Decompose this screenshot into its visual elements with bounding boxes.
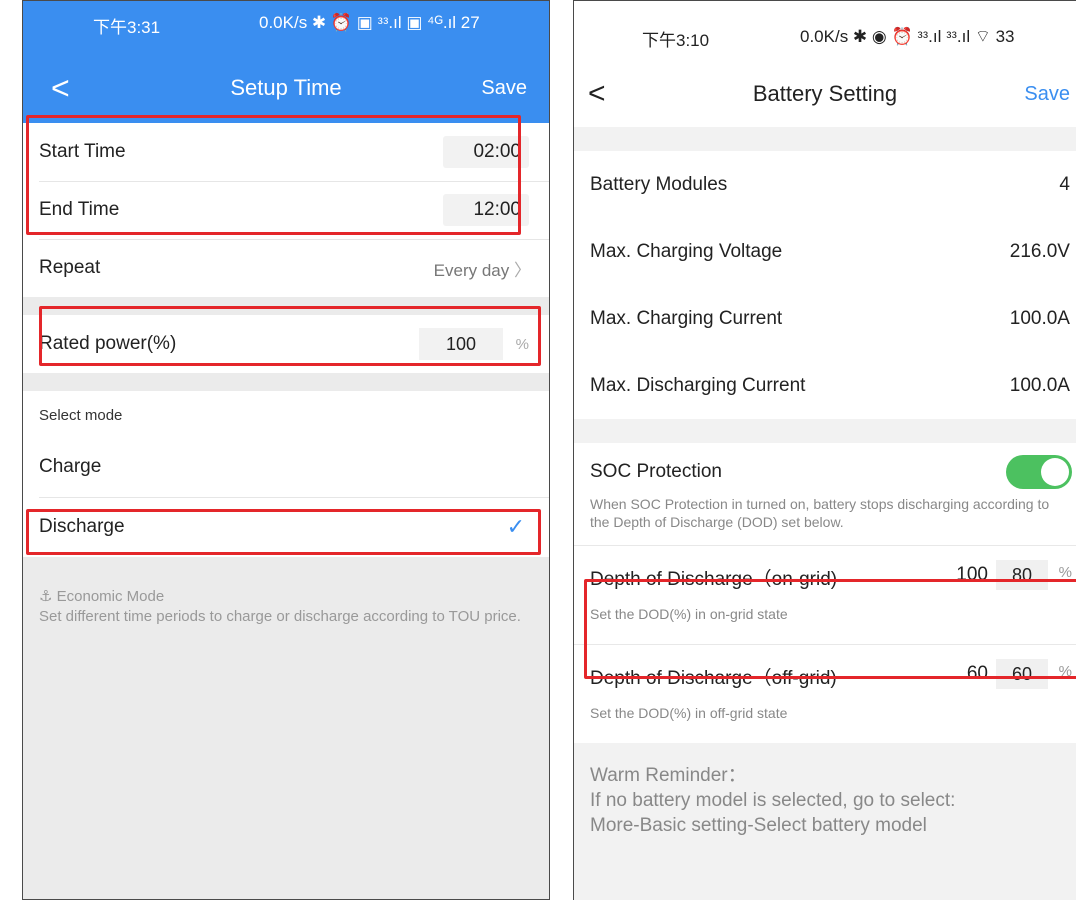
param-row-max-charging-voltage: Max. Charging Voltage 216.0V [574,218,1076,285]
repeat-value: Every day 〉 [434,256,531,281]
economic-mode-title-line: ⚓ Economic Mode [39,587,533,607]
dod-on-grid-hint: Set the DOD(%) in on-grid state [590,606,788,622]
rated-power-group: Rated power(%) 100 % [23,315,549,373]
dod-off-grid-unit: % [1058,663,1072,680]
param-row-battery-modules: Battery Modules 4 [574,151,1076,218]
end-time-value[interactable]: 12:00 [443,194,529,226]
economic-mode-note: ⚓ Economic Mode Set different time perio… [23,557,549,657]
dod-off-grid-hint: Set the DOD(%) in off-grid state [590,705,788,721]
status-bar: 下午3:31 0.0K/s ✱ ⏰ ▣ ᵌᵌ.ıl ▣ ⁴ᴳ.ıl 27 [23,9,549,39]
param-value: 216.0V [1009,240,1070,262]
page-title: Battery Setting [752,81,898,106]
select-mode-heading: Select mode [23,391,549,437]
param-row-max-discharging-current: Max. Discharging Current 100.0A [574,352,1076,419]
warm-reminder-line1: If no battery model is selected, go to s… [590,790,956,811]
time-group: Start Time 02:00 End Time 12:00 Repeat E… [23,123,549,297]
page-title: Setup Time [230,75,342,100]
param-value: 100.0A [1009,374,1070,396]
rated-power-row: Rated power(%) 100 % [23,315,549,373]
dod-off-grid-current: 60 [966,663,988,684]
save-button[interactable]: Save [1024,83,1070,106]
start-time-value[interactable]: 02:00 [443,136,529,168]
repeat-label: Repeat [39,257,101,278]
dod-on-grid-input[interactable]: 80 [996,560,1048,590]
rated-power-label: Rated power(%) [39,333,177,354]
rated-power-input[interactable]: 100 [419,328,503,360]
battery-params-group: Battery Modules 4 Max. Charging Voltage … [574,151,1076,419]
warm-reminder-title: Warm Reminder： [590,765,747,786]
setup-time-screen: 下午3:31 0.0K/s ✱ ⏰ ▣ ᵌᵌ.ıl ▣ ⁴ᴳ.ıl 27 < S… [22,0,550,900]
economic-mode-text: Set different time periods to charge or … [39,608,521,625]
param-label: Max. Charging Current [590,307,783,329]
mode-group: Charge Discharge ✓ [23,437,549,557]
param-label: Max. Charging Voltage [590,240,783,262]
app-header: 下午3:31 0.0K/s ✱ ⏰ ▣ ᵌᵌ.ıl ▣ ⁴ᴳ.ıl 27 < S… [23,1,549,123]
soc-protection-row: SOC Protection [574,443,1076,495]
param-label: Battery Modules [590,173,728,195]
save-button[interactable]: Save [481,69,527,107]
dod-on-grid-unit: % [1058,564,1072,581]
chevron-right-icon: 〉 [514,260,531,280]
soc-protection-toggle[interactable] [1006,455,1072,489]
soc-group: SOC Protection When SOC Protection in tu… [574,443,1076,743]
status-time: 下午3:31 [93,18,161,37]
battery-setting-screen: 下午3:10 0.0K/s ✱ ◉ ⏰ ᵌᵌ.ıl ᵌᵌ.ıl ⌔ 33 < B… [573,0,1076,900]
status-time: 下午3:10 [642,31,710,50]
nav-bar: < Battery Setting Save [574,67,1076,127]
rated-power-unit: % [515,335,529,353]
dod-on-grid-current: 100 [956,564,988,585]
dod-off-grid-row: Depth of Discharge（off-grid) 60 60 % Set… [574,644,1076,743]
end-time-row[interactable]: End Time 12:00 [23,181,549,239]
economic-mode-icon: ⚓ [39,588,53,605]
end-time-label: End Time [39,199,120,220]
param-value: 4 [1059,173,1070,195]
repeat-row[interactable]: Repeat Every day 〉 [23,239,549,297]
dod-off-grid-input[interactable]: 60 [996,659,1048,689]
warm-reminder: Warm Reminder： If no battery model is se… [574,743,1076,858]
param-value: 100.0A [1009,307,1070,329]
dod-off-grid-label: Depth of Discharge（off-grid) [590,668,837,689]
status-bar: 下午3:10 0.0K/s ✱ ◉ ⏰ ᵌᵌ.ıl ᵌᵌ.ıl ⌔ 33 [574,1,1076,67]
mode-option-label: Charge [39,456,102,477]
economic-mode-title: Economic Mode [56,588,165,605]
param-row-max-charging-current: Max. Charging Current 100.0A [574,285,1076,352]
param-label: Max. Discharging Current [590,374,806,396]
mode-option-label: Discharge [39,516,125,537]
soc-protection-description: When SOC Protection in turned on, batter… [590,496,1050,530]
soc-protection-label: SOC Protection [590,461,722,482]
warm-reminder-line2: More-Basic setting-Select battery model [590,815,927,836]
start-time-row[interactable]: Start Time 02:00 [23,123,549,181]
nav-bar: < Setup Time Save [23,69,549,109]
status-indicators: 0.0K/s ✱ ⏰ ▣ ᵌᵌ.ıl ▣ ⁴ᴳ.ıl 27 [259,13,480,32]
dod-on-grid-label: Depth of Discharge（on-grid) [590,569,838,590]
mode-option-discharge[interactable]: Discharge ✓ [23,497,549,557]
mode-option-charge[interactable]: Charge [23,437,549,497]
status-indicators: 0.0K/s ✱ ◉ ⏰ ᵌᵌ.ıl ᵌᵌ.ıl ⌔ 33 [800,27,1015,46]
dod-on-grid-row: Depth of Discharge（on-grid) 100 80 % Set… [574,545,1076,644]
checkmark-icon: ✓ [506,514,525,539]
repeat-value-text: Every day [433,260,510,280]
start-time-label: Start Time [39,141,126,162]
